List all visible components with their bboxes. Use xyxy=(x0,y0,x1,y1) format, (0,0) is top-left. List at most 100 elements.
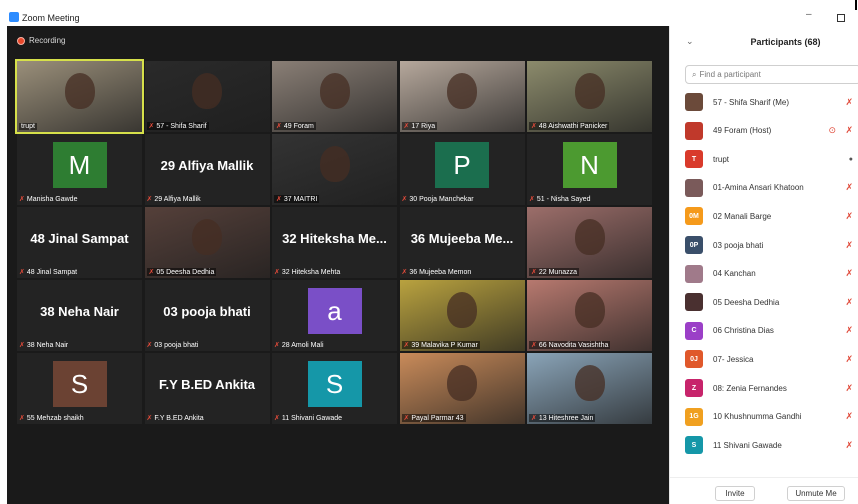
video-tile[interactable]: ✗ 57 - Shifa Sharif xyxy=(144,61,270,132)
participant-row[interactable]: 49 Foram (Host) ⊙ ✗ xyxy=(670,117,858,145)
mic-muted-icon[interactable]: ✗ xyxy=(845,97,853,108)
tile-name-text: 11 Shivani Gawade xyxy=(281,414,343,422)
participant-avatar: S xyxy=(685,436,703,455)
mic-muted-icon[interactable]: ✗ xyxy=(845,182,853,193)
video-tile[interactable]: 29 Alfiya Mallik ✗ 29 Alfiya Mallik xyxy=(144,134,270,205)
mic-muted-icon[interactable]: ✗ xyxy=(845,440,853,451)
participant-avatar: a xyxy=(307,288,362,334)
participants-title: Participants (68) xyxy=(750,37,821,47)
mic-muted-icon[interactable]: ✗ xyxy=(845,240,853,251)
participant-row[interactable]: C 06 Christina Dias ✗ xyxy=(670,317,858,345)
participant-search-input[interactable]: ⌕ Find a participant xyxy=(685,65,858,84)
mic-icon[interactable]: ● xyxy=(849,156,853,163)
participant-row[interactable]: 57 - Shifa Sharif (Me) ✗ xyxy=(670,88,858,116)
video-tile[interactable]: 03 pooja bhati ✗ 03 pooja bhati xyxy=(144,280,270,351)
video-tile[interactable]: ✗ 48 Aishwathi Panicker xyxy=(527,61,652,132)
video-tile[interactable]: ✗ 49 Foram xyxy=(272,61,397,132)
participant-display-name: 38 Neha Nair xyxy=(40,304,119,319)
video-tile[interactable]: trupt xyxy=(15,59,144,134)
participant-avatar: S xyxy=(52,361,107,407)
tile-name-label: ✗ 28 Amoli Mali xyxy=(274,341,324,350)
video-tile[interactable]: ✗ 37 MAITRI xyxy=(272,134,397,205)
mic-muted-icon: ✗ xyxy=(531,269,537,276)
tile-name-text: 36 Mujeeba Memon xyxy=(409,268,472,276)
video-tile[interactable]: S ✗ 55 Mehzab shaikh xyxy=(17,353,142,424)
participant-row[interactable]: S 11 Shivani Gawade ✗ xyxy=(670,431,858,459)
video-tile[interactable]: P ✗ 30 Pooja Manchekar xyxy=(399,134,525,205)
participant-avatar: S xyxy=(307,361,362,407)
mic-muted-icon: ✗ xyxy=(403,123,410,130)
tile-name-label: ✗ 39 Malavika P Kumar xyxy=(401,341,480,349)
video-tile[interactable]: ✗ Payal Parmar 43 xyxy=(399,353,525,424)
video-tile[interactable]: ✗ 22 Munazza xyxy=(527,207,652,278)
participant-row[interactable]: 0J 07- Jessica ✗ xyxy=(670,345,858,373)
participant-row[interactable]: 1G 10 Khushnumma Gandhi ✗ xyxy=(670,403,858,431)
video-tile[interactable]: M ✗ Manisha Gawde xyxy=(17,134,142,205)
participant-face xyxy=(319,146,350,182)
tile-name-text: 03 pooja bhati xyxy=(154,341,199,349)
mic-muted-icon: ✗ xyxy=(148,269,155,276)
tile-name-text: 48 Aishwathi Panicker xyxy=(538,122,608,130)
tile-name-label: ✗ 22 Munazza xyxy=(529,268,580,276)
tile-name-label: ✗ 11 Shivani Gawade xyxy=(274,414,343,423)
participant-row[interactable]: 04 Kanchan ✗ xyxy=(670,260,858,288)
video-tile[interactable]: ✗ 13 Hiteshree Jain xyxy=(527,353,652,424)
video-tile[interactable]: ✗ 17 Riya xyxy=(399,61,525,132)
participant-display-name: 32 Hiteksha Me... xyxy=(282,231,387,246)
video-tile[interactable]: ✗ 39 Malavika P Kumar xyxy=(399,280,525,351)
tile-name-text: 17 Riya xyxy=(411,122,436,130)
maximize-button[interactable] xyxy=(837,14,845,22)
title-bar: Zoom Meeting – xyxy=(0,0,858,26)
participant-row[interactable]: 01-Amina Ansari Khatoon ✗ xyxy=(670,174,858,202)
mic-muted-icon[interactable]: ✗ xyxy=(845,411,853,422)
video-tile[interactable]: 36 Mujeeba Me... ✗ 36 Mujeeba Memon xyxy=(399,207,525,278)
tile-name-label: ✗ 48 Jinal Sampat xyxy=(19,268,77,277)
video-off-icon[interactable]: ⊙ xyxy=(828,125,836,136)
participant-row[interactable]: Ttrupt ● xyxy=(670,145,858,173)
participant-display-name: 36 Mujeeba Me... xyxy=(410,231,514,246)
unmute-me-button[interactable]: Unmute Me xyxy=(787,486,845,501)
mic-muted-icon[interactable]: ✗ xyxy=(845,325,853,336)
invite-button[interactable]: Invite xyxy=(715,486,755,501)
panel-footer: Invite Unmute Me xyxy=(670,477,858,504)
zoom-app-icon xyxy=(9,12,19,22)
participant-row[interactable]: 0P 03 pooja bhati ✗ xyxy=(670,231,858,259)
video-tile[interactable]: ✗ 66 Navodita Vasishtha xyxy=(527,280,652,351)
participant-row[interactable]: 05 Deesha Dedhia ✗ xyxy=(670,288,858,316)
tile-name-label: ✗ 17 Riya xyxy=(401,122,438,130)
participant-face xyxy=(574,219,605,255)
search-icon: ⌕ xyxy=(692,69,697,79)
participant-row[interactable]: Z 08: Zenia Fernandes ✗ xyxy=(670,374,858,402)
mic-muted-icon[interactable]: ✗ xyxy=(845,297,853,308)
participant-avatar xyxy=(685,293,703,312)
video-tile[interactable]: 38 Neha Nair ✗ 38 Neha Nair xyxy=(17,280,142,351)
participant-name: 11 Shivani Gawade xyxy=(713,440,782,450)
mic-muted-icon[interactable]: ✗ xyxy=(845,354,853,365)
mic-muted-icon[interactable]: ✗ xyxy=(845,211,853,222)
tile-name-label: ✗ 32 Hiteksha Mehta xyxy=(274,268,340,277)
tile-name-text: 30 Pooja Manchekar xyxy=(409,195,474,203)
video-tile[interactable]: a ✗ 28 Amoli Mali xyxy=(272,280,397,351)
minimize-button[interactable]: – xyxy=(806,9,812,20)
mic-muted-icon[interactable]: ✗ xyxy=(845,268,853,279)
mic-muted-icon: ✗ xyxy=(19,342,25,349)
video-tile[interactable]: S ✗ 11 Shivani Gawade xyxy=(272,353,397,424)
mic-muted-icon: ✗ xyxy=(276,196,282,203)
mic-muted-icon[interactable]: ✗ xyxy=(845,383,853,394)
participant-avatar: C xyxy=(685,321,703,340)
participant-avatar: P xyxy=(435,142,489,188)
participant-row[interactable]: 0M 02 Manali Barge ✗ xyxy=(670,202,858,230)
mic-muted-icon: ✗ xyxy=(19,269,25,276)
video-tile[interactable]: F.Y B.ED Ankita ✗ F.Y B.ED Ankita xyxy=(144,353,270,424)
recording-indicator[interactable]: Recording xyxy=(17,36,65,45)
participant-avatar: M xyxy=(52,142,107,188)
video-tile[interactable]: N ✗ 51 - Nisha Sayed xyxy=(527,134,652,205)
mic-muted-icon[interactable]: ✗ xyxy=(845,125,853,136)
tile-name-text: Manisha Gawde xyxy=(26,195,78,203)
video-tile[interactable]: 32 Hiteksha Me... ✗ 32 Hiteksha Mehta xyxy=(272,207,397,278)
video-tile[interactable]: 48 Jinal Sampat ✗ 48 Jinal Sampat xyxy=(17,207,142,278)
participant-list: 57 - Shifa Sharif (Me) ✗ 49 Foram (Host) ⊙ ✗… xyxy=(670,88,858,468)
video-tile[interactable]: ✗ 05 Deesha Dedhia xyxy=(144,207,270,278)
tile-name-label: ✗ 13 Hiteshree Jain xyxy=(529,414,596,422)
mic-muted-icon: ✗ xyxy=(531,415,537,422)
